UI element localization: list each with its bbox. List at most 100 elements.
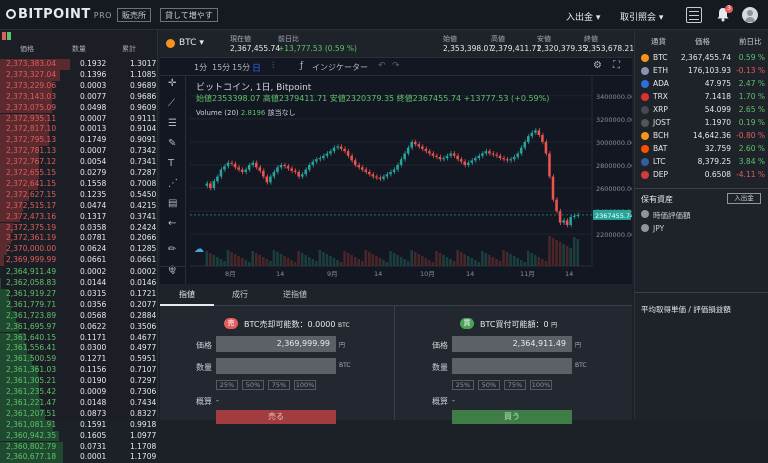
- sell-pct-100[interactable]: 100%: [294, 380, 316, 390]
- orderbook-qty: 0.1932: [80, 59, 107, 68]
- orderbook-price: 2,364,911.49: [6, 267, 57, 277]
- x-tick-label: 14: [374, 270, 382, 278]
- orderbook-ask-row[interactable]: 2,372,473.16 0.1317 0.3741: [0, 211, 158, 223]
- buy-pct-100[interactable]: 100%: [530, 380, 552, 390]
- orderbook-qty: 0.0300: [80, 343, 107, 353]
- orderbook-bid-row[interactable]: 2,361,500.59 0.1271 0.5951: [0, 354, 158, 366]
- candle-body: [272, 171, 276, 177]
- volume-bar: [459, 252, 463, 266]
- orderbook-ask-row[interactable]: 2,370,000.00 0.0624 0.1285: [0, 244, 158, 256]
- orderbook-bid-row[interactable]: 2,361,779.71 0.0356 0.2077: [0, 299, 158, 311]
- orderbook-bid-row[interactable]: 2,360,677.18 0.0001 1.1709: [0, 452, 158, 463]
- orderbook-bid-row[interactable]: 2,361,640.15 0.1171 0.4677: [0, 332, 158, 344]
- orderbook-ask-row[interactable]: 2,372,795.13 0.1749 0.9091: [0, 135, 158, 147]
- market-row-bat[interactable]: BAT 32.759 2.60 %: [635, 143, 768, 155]
- orderbook-bid-row[interactable]: 2,360,802.79 0.0731 1.1708: [0, 441, 158, 453]
- market-col-change: 前日比: [739, 37, 762, 46]
- orderbook-ask-row[interactable]: 2,372,767.12 0.0054 0.7341: [0, 157, 158, 168]
- market-row-ltc[interactable]: LTC 8,379.25 3.84 %: [635, 156, 768, 168]
- buy-qty-input[interactable]: [452, 358, 572, 374]
- orderbook-ask-row[interactable]: 2,373,075.09 0.0498 0.9609: [0, 102, 158, 114]
- orderbook-bid-row[interactable]: 2,361,081.91 0.1591 0.9918: [0, 419, 158, 431]
- market-row-eth[interactable]: ETH 176,103.93 -0.13 %: [635, 65, 768, 77]
- volume-legend: Volume (20) 2.8196 該当なし: [196, 108, 296, 118]
- orderbook-bid-row[interactable]: 2,360,942.35 0.1605 1.0977: [0, 430, 158, 442]
- orderbook-ask-row[interactable]: 2,373,229.06 0.0003 0.9689: [0, 80, 158, 92]
- assets-deposit-button[interactable]: 入出金: [727, 193, 761, 204]
- orderbook-bid-row[interactable]: 2,361,556.41 0.0300 0.4977: [0, 343, 158, 355]
- orderbook-ask-row[interactable]: 2,372,935.11 0.0007 0.9111: [0, 113, 158, 125]
- symbol-selector[interactable]: BTC ▾: [179, 38, 204, 48]
- history-menu[interactable]: 取引照会 ▾: [620, 10, 663, 23]
- orderbook-total: 0.2066: [130, 233, 157, 243]
- orderbook-toggle-icon[interactable]: [2, 32, 14, 40]
- candle-body: [276, 167, 279, 172]
- orderbook-ask-row[interactable]: 2,373,143.03 0.0077 0.9686: [0, 91, 158, 103]
- sell-qty-input[interactable]: [216, 358, 336, 374]
- buy-approx-label: 概算: [432, 397, 448, 406]
- nav-lending-button[interactable]: 貸して増やす: [160, 8, 218, 22]
- sell-price-input[interactable]: 2,369,999.99: [216, 336, 336, 352]
- orderbook-ask-row[interactable]: 2,372,627.15 0.1235 0.5450: [0, 189, 158, 201]
- tab-market[interactable]: 成行: [220, 284, 260, 306]
- orderbook-ask-row[interactable]: 2,372,655.15 0.0279 0.7287: [0, 168, 158, 179]
- collapse-chevron-icon[interactable]: ⌄: [160, 266, 186, 284]
- market-row-btc[interactable]: BTC 2,367,455.74 0.59 %: [635, 52, 768, 64]
- deposit-menu[interactable]: 入出金 ▾: [566, 10, 600, 23]
- orderbook-bid-row[interactable]: 2,361,207.51 0.0873 0.8327: [0, 408, 158, 420]
- orderbook-ask-row[interactable]: 2,372,361.19 0.0781 0.2066: [0, 233, 158, 245]
- x-tick-label: 14: [466, 270, 474, 278]
- price-chart[interactable]: 1分 15分 15分 日 ⫶ ƒ インジケーター ↶ ↷ ⚙ ⛶ ✛ ⟋ ☰ ✎…: [160, 58, 632, 284]
- market-row-dep[interactable]: DEP 0.6508 -4.11 %: [635, 169, 768, 181]
- nav-exchange-button[interactable]: 販売所: [117, 8, 151, 22]
- buy-pct-75[interactable]: 75%: [504, 380, 526, 390]
- volume-bar: [315, 261, 318, 266]
- orderbook-bid-row[interactable]: 2,362,058.83 0.0144 0.0146: [0, 278, 158, 289]
- btc-coin-icon: [166, 39, 175, 48]
- orderbook-bid-row[interactable]: 2,361,221.47 0.0148 0.7434: [0, 397, 158, 409]
- layout-icon[interactable]: [686, 7, 702, 23]
- orderbook-ask-row[interactable]: 2,372,515.17 0.0474 0.4215: [0, 200, 158, 212]
- orderbook-ask-row[interactable]: 2,372,781.13 0.0007 0.7342: [0, 146, 158, 158]
- sell-button[interactable]: 売る: [216, 410, 336, 424]
- orderbook-bid-row[interactable]: 2,364,911.49 0.0002 0.0002: [0, 267, 158, 278]
- orderbook-ask-row[interactable]: 2,372,375.19 0.0358 0.2424: [0, 222, 158, 234]
- volume-bar: [435, 251, 438, 266]
- orderbook-bid-row[interactable]: 2,361,695.97 0.0622 0.3506: [0, 321, 158, 333]
- orderbook-ask-row[interactable]: 2,372,641.15 0.1558 0.7008: [0, 178, 158, 190]
- sell-pct-25[interactable]: 25%: [216, 380, 238, 390]
- market-row-trx[interactable]: TRX 7.1418 1.70 %: [635, 91, 768, 103]
- market-row-jost[interactable]: JOST 1.1970 0.19 %: [635, 117, 768, 129]
- sell-pct-75[interactable]: 75%: [268, 380, 290, 390]
- orderbook-bid-row[interactable]: 2,361,361.03 0.1156 0.7107: [0, 365, 158, 377]
- candle-body: [459, 159, 463, 162]
- buy-price-input[interactable]: 2,364,911.49: [452, 336, 572, 352]
- orderbook-ask-row[interactable]: 2,373,383.04 0.1932 1.3017: [0, 59, 158, 70]
- tab-stop[interactable]: 逆指値: [270, 284, 320, 306]
- orderbook-bid-row[interactable]: 2,361,305.21 0.0190 0.7297: [0, 376, 158, 387]
- volume-bar: [343, 251, 346, 266]
- orderbook-ask-row[interactable]: 2,369,999.99 0.0661 0.0661: [0, 255, 158, 267]
- orderbook-bid-row[interactable]: 2,361,235.42 0.0009 0.7306: [0, 387, 158, 398]
- market-row-ada[interactable]: ADA 47.975 2.47 %: [635, 78, 768, 90]
- bitpoint-logo[interactable]: BITPOINT PRO: [6, 7, 112, 22]
- orderbook-price: 2,361,919.27: [6, 288, 57, 298]
- x-tick-label: 10月: [420, 270, 435, 278]
- buy-available: BTC買付可能額：0 円: [480, 319, 557, 330]
- buy-button[interactable]: 買う: [452, 410, 572, 424]
- orderbook-bid-row[interactable]: 2,361,919.27 0.0315 0.1721: [0, 288, 158, 300]
- orderbook-bid-row[interactable]: 2,361,723.89 0.0568 0.2884: [0, 310, 158, 322]
- buy-pct-25[interactable]: 25%: [452, 380, 474, 390]
- bch-coin-icon: [641, 132, 649, 140]
- tab-limit[interactable]: 指値: [160, 284, 214, 306]
- bell-icon[interactable]: 3: [716, 5, 733, 23]
- buy-pct-50[interactable]: 50%: [478, 380, 500, 390]
- market-row-xrp[interactable]: XRP 54.099 2.65 %: [635, 104, 768, 116]
- sell-pct-50[interactable]: 50%: [242, 380, 264, 390]
- orderbook-ask-row[interactable]: 2,372,817.10 0.0013 0.9104: [0, 124, 158, 136]
- market-row-bch[interactable]: BCH 14,642.36 -0.80 %: [635, 130, 768, 142]
- orderbook-qty: 0.0077: [80, 91, 107, 101]
- user-avatar-icon[interactable]: [742, 7, 758, 23]
- orderbook-ask-row[interactable]: 2,373,327.04 0.1396 1.1085: [0, 69, 158, 81]
- volume-bar: [576, 239, 579, 266]
